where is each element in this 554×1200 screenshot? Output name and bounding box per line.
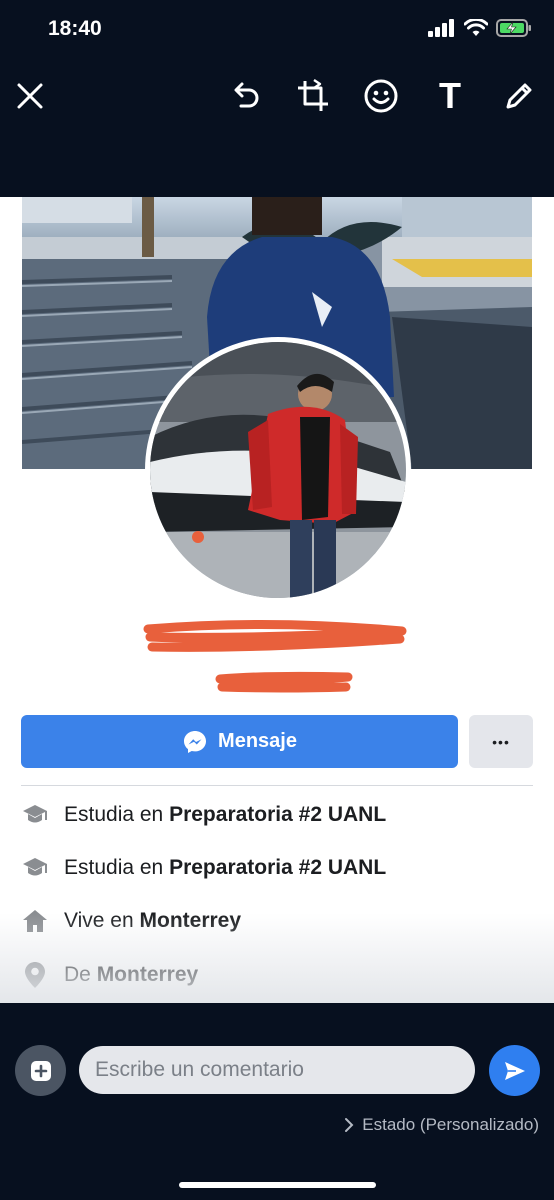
edited-screenshot: Mensaje ••• Estudia en Preparatoria #2 U… bbox=[0, 197, 554, 1003]
signal-icon bbox=[428, 19, 454, 37]
info-value[interactable]: Monterrey bbox=[140, 909, 242, 932]
info-row-from: De Monterrey bbox=[21, 960, 198, 990]
divider bbox=[21, 785, 533, 786]
info-row-education-1: Estudia en Preparatoria #2 UANL bbox=[21, 800, 386, 830]
graduation-cap-icon bbox=[21, 854, 49, 882]
info-value[interactable]: Preparatoria #2 UANL bbox=[169, 803, 386, 826]
comment-input[interactable] bbox=[79, 1046, 475, 1094]
status-audience-selector[interactable]: Estado (Personalizado) bbox=[344, 1115, 539, 1135]
status-bar: 18:40 bbox=[0, 0, 554, 60]
crop-icon bbox=[298, 79, 328, 111]
wifi-icon bbox=[464, 19, 488, 36]
undo-button[interactable] bbox=[225, 76, 265, 116]
message-button-label: Mensaje bbox=[218, 730, 297, 752]
info-value[interactable]: Monterrey bbox=[97, 963, 199, 986]
comment-bar: Estado (Personalizado) bbox=[0, 1003, 554, 1200]
text-tool-button[interactable]: T bbox=[430, 75, 470, 116]
text-icon: T bbox=[439, 75, 461, 116]
close-icon bbox=[17, 83, 43, 109]
redacted-name bbox=[143, 619, 407, 693]
pencil-icon bbox=[506, 83, 532, 109]
battery-charging-icon bbox=[496, 19, 531, 37]
close-button[interactable] bbox=[10, 76, 50, 116]
graduation-cap-icon bbox=[21, 801, 49, 829]
undo-icon bbox=[234, 82, 259, 108]
info-prefix: Estudia en bbox=[64, 856, 170, 879]
send-button[interactable] bbox=[489, 1045, 540, 1096]
info-prefix: Vive en bbox=[64, 909, 140, 932]
status-time: 18:40 bbox=[48, 17, 102, 40]
location-pin-icon bbox=[21, 961, 49, 989]
editor-toolbar: T bbox=[0, 60, 554, 197]
add-icon bbox=[30, 1060, 51, 1081]
more-options-button[interactable]: ••• bbox=[469, 715, 533, 768]
status-icons bbox=[428, 19, 532, 37]
messenger-icon bbox=[184, 730, 207, 753]
message-button[interactable]: Mensaje bbox=[21, 715, 458, 768]
more-icon: ••• bbox=[492, 733, 510, 750]
info-prefix: De bbox=[64, 963, 97, 986]
sticker-button[interactable] bbox=[361, 76, 401, 116]
chevron-right-icon bbox=[345, 1118, 354, 1132]
info-row-education-2: Estudia en Preparatoria #2 UANL bbox=[21, 853, 386, 883]
info-prefix: Estudia en bbox=[64, 803, 170, 826]
info-value[interactable]: Preparatoria #2 UANL bbox=[169, 856, 386, 879]
emoji-icon bbox=[364, 79, 398, 113]
info-row-lives-in: Vive en Monterrey bbox=[21, 906, 241, 936]
avatar[interactable] bbox=[150, 342, 406, 598]
house-icon bbox=[21, 907, 49, 935]
crop-button[interactable] bbox=[293, 76, 333, 116]
send-icon bbox=[504, 1061, 525, 1080]
home-indicator bbox=[179, 1182, 376, 1188]
status-audience-label: Estado (Personalizado) bbox=[362, 1115, 539, 1134]
add-media-button[interactable] bbox=[15, 1045, 66, 1096]
draw-button[interactable] bbox=[499, 76, 539, 116]
